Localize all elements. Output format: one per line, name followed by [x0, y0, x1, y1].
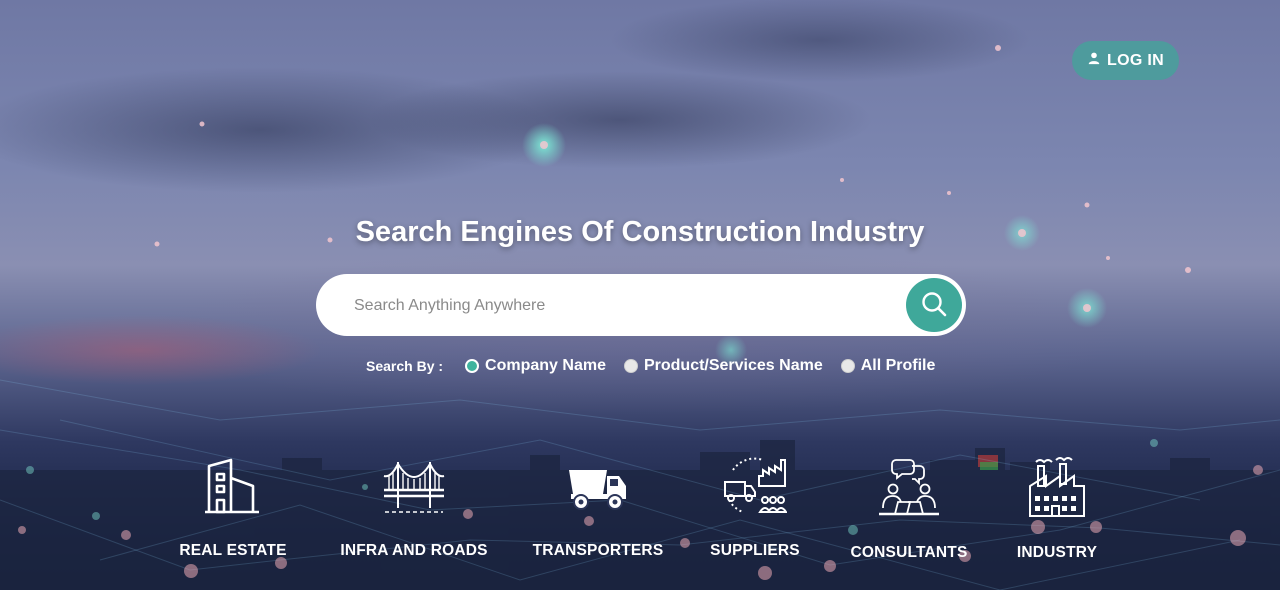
login-button[interactable]: LOG IN: [1072, 41, 1179, 80]
factory-icon: [972, 456, 1142, 518]
category-label: TRANSPORTERS: [532, 542, 664, 559]
search-bar: [316, 274, 966, 338]
login-label: LOG IN: [1107, 51, 1164, 69]
search-by-options: Search By : Company Name Product/Service…: [366, 356, 953, 376]
consultants-icon: [824, 456, 994, 518]
category-label: CONSULTANTS: [850, 544, 968, 561]
category-transporters[interactable]: TRANSPORTERS: [513, 456, 683, 560]
radio-label: Company Name: [485, 357, 606, 374]
suppliers-icon: [670, 456, 840, 516]
dump-truck-icon: [513, 456, 683, 516]
radio-indicator-selected[interactable]: [465, 359, 480, 373]
radio-label: All Profile: [860, 357, 936, 374]
radio-all-profile[interactable]: All Profile: [840, 357, 936, 375]
building-icon: [148, 456, 318, 516]
search-input[interactable]: [352, 274, 896, 338]
search-by-label: Search By :: [366, 358, 444, 374]
user-icon: [1087, 51, 1101, 70]
category-label: SUPPLIERS: [710, 542, 800, 559]
radio-product-services-name[interactable]: Product/Services Name: [623, 357, 823, 375]
radio-indicator[interactable]: [840, 359, 855, 373]
bridge-icon: [329, 456, 499, 516]
category-label: REAL ESTATE: [179, 542, 287, 559]
category-suppliers[interactable]: SUPPLIERS: [670, 456, 840, 560]
radio-company-name[interactable]: Company Name: [465, 357, 606, 375]
hero-title: Search Engines Of Construction Industry: [355, 216, 925, 248]
category-consultants[interactable]: CONSULTANTS: [824, 456, 994, 562]
radio-label: Product/Services Name: [643, 357, 823, 374]
category-label: INDUSTRY: [1016, 544, 1098, 561]
category-industry[interactable]: INDUSTRY: [972, 456, 1142, 562]
radio-indicator[interactable]: [623, 359, 638, 373]
category-label: INFRA AND ROADS: [340, 542, 488, 559]
search-button[interactable]: [906, 278, 962, 332]
search-icon: [920, 290, 948, 321]
category-infra-and-roads[interactable]: INFRA AND ROADS: [329, 456, 499, 560]
category-real-estate[interactable]: REAL ESTATE: [148, 456, 318, 560]
